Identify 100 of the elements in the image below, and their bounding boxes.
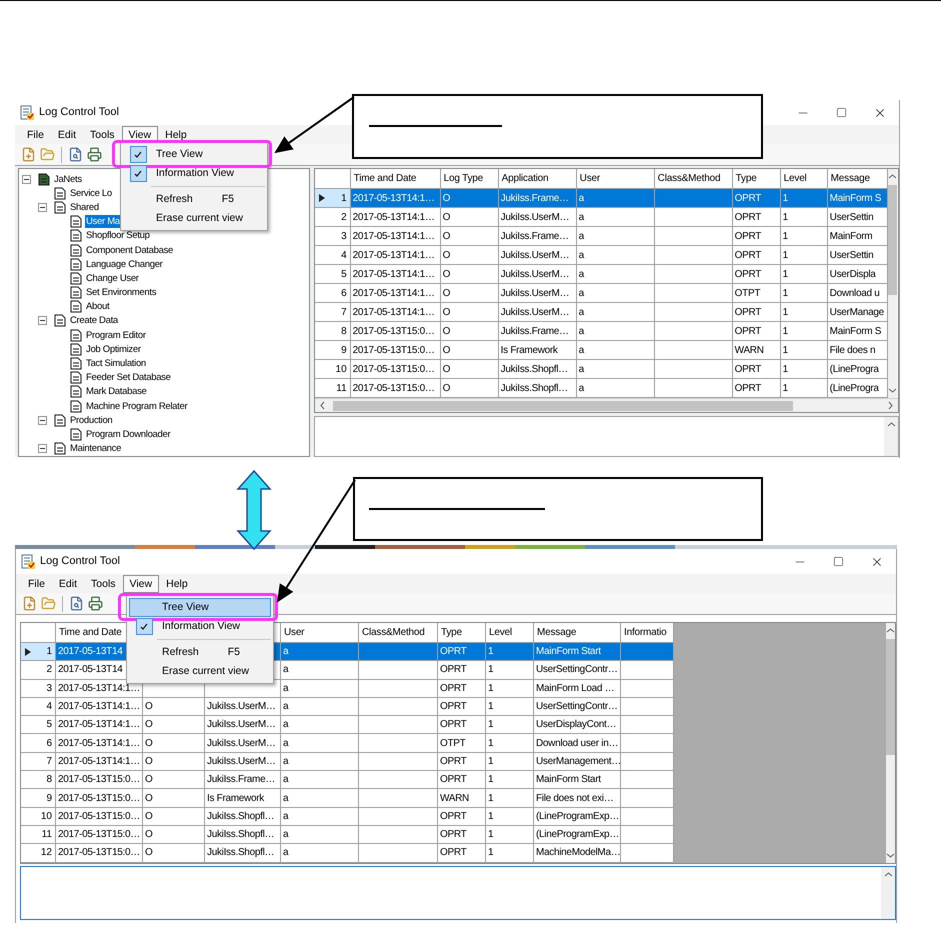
menu-item[interactable]: Tools: [84, 574, 123, 592]
tree-item[interactable]: About: [85, 300, 110, 314]
column-header[interactable]: Application: [498, 169, 577, 189]
scroll-right-icon[interactable]: [886, 401, 894, 410]
column-header[interactable]: Class&Method: [359, 623, 438, 643]
printer-icon[interactable]: [87, 147, 102, 162]
menu-item[interactable]: Tools: [83, 126, 122, 144]
column-header[interactable]: Level: [486, 623, 534, 643]
document-check-icon: [20, 554, 36, 570]
tree-item[interactable]: Language Changer: [85, 258, 164, 271]
table-cell: UserDisplayCont…: [534, 716, 621, 734]
tree-item[interactable]: Create Data: [69, 314, 119, 328]
row-header[interactable]: 4: [314, 246, 351, 265]
menu-option[interactable]: Tree View: [129, 598, 271, 617]
row-header[interactable]: 2: [21, 661, 56, 680]
tree-item[interactable]: Shared: [69, 200, 100, 214]
tree-item[interactable]: User Ma: [85, 215, 121, 228]
tree-item[interactable]: Component Database: [85, 244, 174, 257]
scroll-up-icon[interactable]: [886, 420, 896, 428]
row-header[interactable]: 3: [314, 227, 351, 246]
column-header[interactable]: Type: [438, 623, 486, 643]
column-header[interactable]: User: [281, 623, 359, 643]
tree-item[interactable]: Tact Simulation: [85, 357, 147, 370]
menu-item[interactable]: File: [21, 574, 52, 592]
tree-item[interactable]: Feeder Set Database: [85, 371, 172, 384]
table-cell: 2017-05-13T15:0…: [350, 322, 441, 341]
vertical-scrollbar[interactable]: [886, 623, 895, 863]
collapse-toggle-icon[interactable]: [38, 444, 47, 454]
row-header[interactable]: 2: [314, 208, 351, 227]
menu-item[interactable]: Help: [159, 574, 195, 592]
menu-item[interactable]: Edit: [50, 126, 84, 144]
menu-item[interactable]: View: [122, 574, 160, 592]
row-header[interactable]: 7: [21, 752, 56, 772]
table-cell: OPRT: [438, 844, 486, 863]
print-preview-icon[interactable]: [69, 596, 84, 611]
menu-option[interactable]: Tree View: [123, 145, 265, 164]
table-cell: Is Framework: [498, 341, 577, 360]
row-header[interactable]: 6: [21, 734, 56, 753]
menu-item[interactable]: Edit: [52, 574, 84, 592]
tree-item[interactable]: Job Optimizer: [85, 342, 142, 356]
row-header[interactable]: 5: [314, 265, 351, 284]
maximize-icon[interactable]: [833, 556, 844, 567]
column-header[interactable]: Log Type: [440, 169, 499, 189]
collapse-toggle-icon[interactable]: [38, 316, 47, 326]
row-header[interactable]: 1: [314, 189, 351, 208]
printer-icon[interactable]: [88, 596, 103, 611]
tree-item[interactable]: Service Lo: [69, 186, 113, 200]
menu-option[interactable]: Erase current view: [123, 209, 265, 228]
column-header[interactable]: Time and Date: [350, 169, 441, 189]
row-header[interactable]: 10: [21, 808, 56, 826]
row-header[interactable]: 8: [314, 322, 351, 341]
document-icon: [69, 215, 83, 228]
print-preview-icon[interactable]: [68, 147, 83, 162]
row-header[interactable]: 8: [21, 771, 56, 790]
tree-item[interactable]: Program Editor: [85, 328, 147, 342]
row-header[interactable]: 5: [21, 716, 56, 734]
table-cell: 1: [780, 208, 828, 227]
menu-item[interactable]: Help: [158, 126, 194, 144]
row-header[interactable]: 9: [314, 341, 351, 360]
scroll-left-icon[interactable]: [318, 401, 327, 410]
table-cell: JukiIss.UserM…: [498, 284, 577, 303]
table-cell: O: [440, 246, 499, 265]
row-header[interactable]: 7: [314, 303, 351, 322]
new-file-icon[interactable]: [21, 147, 36, 162]
row-header[interactable]: 10: [314, 360, 351, 379]
column-header[interactable]: Class&Method: [654, 169, 733, 189]
column-header[interactable]: Message: [828, 169, 888, 189]
row-header[interactable]: 11: [21, 826, 56, 844]
row-header[interactable]: 3: [21, 680, 56, 698]
menu-option[interactable]: Refresh F5: [123, 190, 265, 209]
column-header[interactable]: Message: [534, 623, 621, 643]
table-cell: JukiIss.Frame…: [498, 227, 577, 246]
row-header[interactable]: 1: [21, 643, 56, 662]
tree-item[interactable]: Change User: [85, 272, 140, 285]
column-header[interactable]: Level: [780, 169, 828, 189]
tree-item[interactable]: JaNets: [53, 172, 83, 186]
tree-item[interactable]: Set Environments: [85, 286, 158, 300]
row-header[interactable]: 4: [21, 698, 56, 716]
tree-item[interactable]: Production: [69, 414, 114, 427]
menu-item[interactable]: File: [20, 126, 51, 144]
row-header[interactable]: 9: [21, 789, 56, 808]
new-file-icon[interactable]: [22, 596, 37, 611]
tree-item[interactable]: Program Downloader: [85, 428, 172, 441]
row-header[interactable]: 12: [21, 844, 56, 863]
collapse-toggle-icon[interactable]: [38, 416, 47, 425]
column-header[interactable]: User: [576, 169, 655, 189]
collapse-toggle-icon[interactable]: [38, 202, 47, 212]
horizontal-scrollbar[interactable]: [314, 398, 898, 412]
tree-item[interactable]: Machine Program Relater: [85, 400, 188, 413]
menu-option[interactable]: Information View: [123, 164, 265, 183]
scroll-up-icon[interactable]: [884, 870, 892, 878]
tree-item[interactable]: Shopfloor Setup: [85, 229, 151, 242]
tree-item[interactable]: Maintenance: [69, 442, 122, 456]
row-header[interactable]: 11: [314, 379, 351, 398]
tree-item[interactable]: Mark Database: [85, 385, 148, 398]
row-header[interactable]: 6: [314, 284, 351, 303]
column-header[interactable]: Informatio: [621, 623, 674, 643]
maximize-icon[interactable]: [836, 107, 847, 118]
collapse-toggle-icon[interactable]: [22, 174, 31, 184]
column-header[interactable]: Type: [732, 169, 781, 189]
